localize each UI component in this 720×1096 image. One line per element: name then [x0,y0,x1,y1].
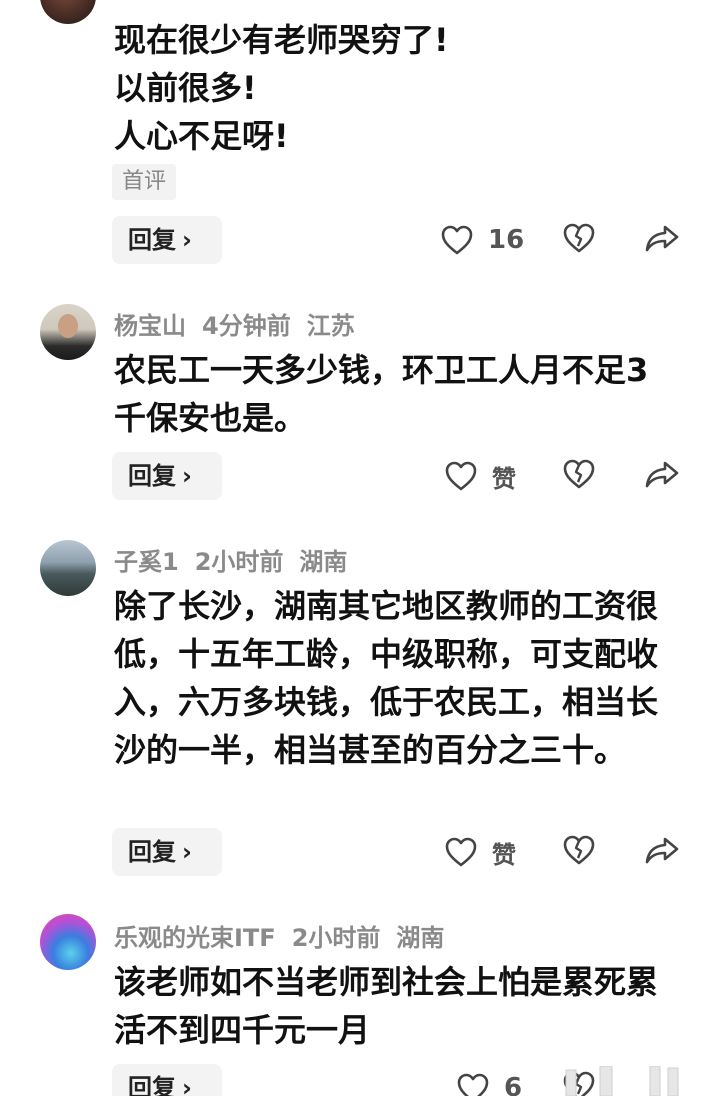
avatar[interactable] [40,914,96,970]
timestamp: 2小时前 [291,924,381,952]
username[interactable]: 杨宝山 [114,312,186,340]
dislike-button[interactable] [562,222,596,258]
first-comment-badge: 首评 [112,164,177,200]
comment-actions: 16 [0,216,720,264]
heart-outline-icon [445,461,477,491]
like-count: 6 [504,1073,523,1096]
like-button[interactable]: 赞 [444,834,516,870]
timestamp: 2小时前 [194,548,284,576]
share-arrow-icon [645,461,679,488]
comment-text: 现在很少有老师哭穷了! 以前很多! 人心不足呀! [114,21,449,155]
heart-outline-icon [445,837,477,867]
broken-heart-icon [563,459,595,489]
like-button[interactable]: 16 [440,222,524,258]
share-button[interactable] [644,458,680,494]
timestamp: 4分钟前 [202,312,291,340]
comment-actions: 赞 [0,828,720,876]
comment-actions: 赞 [0,452,720,500]
dislike-button[interactable] [562,834,596,870]
share-arrow-icon [645,837,679,864]
comment-text: 除了长沙，湖南其它地区教师的工资很低，十五年工龄，中级职称，可支配收入，六万多块… [114,587,659,769]
broken-heart-icon [563,223,595,253]
dislike-button[interactable] [562,458,596,494]
like-button[interactable]: 赞 [444,458,516,494]
comment-meta: 乐观的光束ITF 2小时前 湖南 [114,918,460,953]
comment-text: 该老师如不当老师到社会上怕是累死累活不到四千元一月 [114,963,659,1049]
broken-heart-icon [563,835,595,865]
avatar[interactable] [40,304,96,360]
watermark-icon [565,1066,679,1096]
like-label: 赞 [492,840,516,869]
comment-meta: 杨宝山 4分钟前 江苏 [114,306,371,341]
avatar[interactable] [40,0,96,24]
username[interactable]: 子奚1 [114,548,179,576]
like-label: 赞 [492,464,516,493]
heart-outline-icon [457,1073,489,1096]
heart-outline-icon [441,225,473,255]
comment-meta: 子奚1 2小时前 湖南 [114,542,363,577]
share-button[interactable] [644,222,680,258]
avatar[interactable] [40,540,96,596]
username[interactable]: 乐观的光束ITF [114,924,276,952]
share-arrow-icon [645,225,679,252]
like-button[interactable]: 6 [456,1070,522,1096]
comment-text: 农民工一天多少钱，环卫工人月不足3千保安也是。 [114,351,649,437]
location: 湖南 [299,548,348,576]
like-count: 16 [488,225,525,255]
location: 湖南 [396,924,445,952]
location: 江苏 [306,312,355,340]
share-button[interactable] [644,834,680,870]
